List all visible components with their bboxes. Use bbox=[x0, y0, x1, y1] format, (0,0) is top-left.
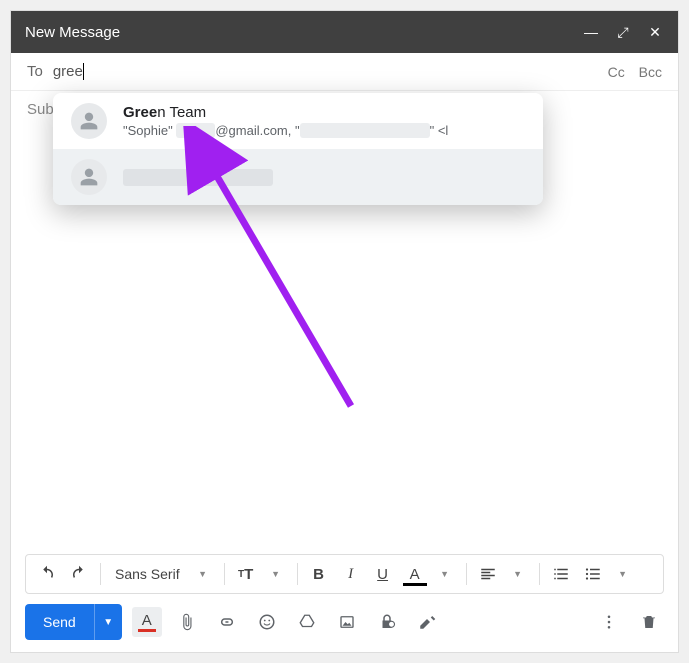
to-label: To bbox=[27, 63, 43, 80]
suggestion-name: xxxxxxxxxxxxxxxxxxxx bbox=[123, 169, 525, 186]
action-bar: Send ▼ A bbox=[25, 602, 664, 642]
insert-image-button[interactable] bbox=[332, 607, 362, 637]
undo-button[interactable] bbox=[32, 559, 62, 589]
text-cursor bbox=[83, 63, 84, 80]
align-button[interactable] bbox=[473, 559, 503, 589]
expand-icon[interactable]: ⤢ bbox=[614, 24, 632, 41]
suggestion-item[interactable]: Green Team "Sophie" xxxxxx@gmail.com, "x… bbox=[53, 93, 543, 149]
send-button[interactable]: Send ▼ bbox=[25, 604, 122, 640]
discard-button[interactable] bbox=[634, 607, 664, 637]
cc-link[interactable]: Cc bbox=[608, 64, 625, 80]
drive-button[interactable] bbox=[292, 607, 322, 637]
compose-window: New Message — ⤢ ✕ To gree Cc Bcc Subject… bbox=[10, 10, 679, 653]
suggestion-name: Green Team bbox=[123, 104, 525, 121]
cc-bcc: Cc Bcc bbox=[598, 64, 662, 80]
titlebar: New Message — ⤢ ✕ bbox=[11, 11, 678, 53]
more-options-button[interactable] bbox=[594, 607, 624, 637]
bullet-list-button[interactable] bbox=[578, 559, 608, 589]
insert-link-button[interactable] bbox=[212, 607, 242, 637]
close-icon[interactable]: ✕ bbox=[646, 24, 664, 41]
font-select[interactable]: Sans Serif bbox=[107, 559, 188, 589]
chevron-down-icon[interactable]: ▼ bbox=[188, 559, 218, 589]
italic-button[interactable]: I bbox=[336, 559, 366, 589]
redo-button[interactable] bbox=[64, 559, 94, 589]
message-body[interactable] bbox=[11, 161, 678, 542]
window-title: New Message bbox=[25, 24, 120, 41]
chevron-down-icon[interactable]: ▼ bbox=[608, 559, 638, 589]
numbered-list-button[interactable] bbox=[546, 559, 576, 589]
underline-button[interactable]: U bbox=[368, 559, 398, 589]
suggestion-text: Green Team "Sophie" xxxxxx@gmail.com, "x… bbox=[123, 104, 525, 138]
send-options-button[interactable]: ▼ bbox=[94, 604, 122, 640]
chevron-down-icon[interactable]: ▼ bbox=[503, 559, 533, 589]
chevron-down-icon[interactable]: ▼ bbox=[430, 559, 460, 589]
format-toolbar: Sans Serif ▼ TT ▼ B I U A ▼ ▼ ▼ bbox=[25, 554, 664, 594]
signature-button[interactable] bbox=[412, 607, 442, 637]
avatar-icon bbox=[71, 159, 107, 195]
avatar-icon bbox=[71, 103, 107, 139]
formatting-toggle-button[interactable]: A bbox=[132, 607, 162, 637]
attach-file-button[interactable] bbox=[172, 607, 202, 637]
suggestion-text: xxxxxxxxxxxxxxxxxxxx bbox=[123, 169, 525, 186]
to-row: To gree Cc Bcc bbox=[11, 53, 678, 91]
minimize-icon[interactable]: — bbox=[582, 24, 600, 40]
text-color-button[interactable]: A bbox=[400, 559, 430, 589]
autocomplete-dropdown: Green Team "Sophie" xxxxxx@gmail.com, "x… bbox=[53, 93, 543, 205]
bold-button[interactable]: B bbox=[304, 559, 334, 589]
confidential-mode-button[interactable] bbox=[372, 607, 402, 637]
chevron-down-icon[interactable]: ▼ bbox=[261, 559, 291, 589]
to-input[interactable]: gree bbox=[53, 63, 84, 80]
suggestion-item[interactable]: xxxxxxxxxxxxxxxxxxxx bbox=[53, 149, 543, 205]
suggestion-detail: "Sophie" xxxxxx@gmail.com, "xxxxxxxxxxxx… bbox=[123, 123, 525, 138]
font-size-button[interactable]: TT bbox=[231, 559, 261, 589]
emoji-button[interactable] bbox=[252, 607, 282, 637]
bcc-link[interactable]: Bcc bbox=[639, 64, 662, 80]
